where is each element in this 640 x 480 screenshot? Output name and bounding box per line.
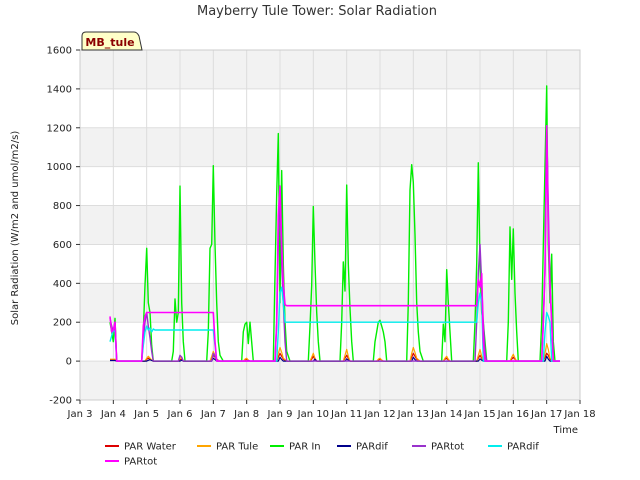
y-tick-label: 1200 [47, 123, 72, 134]
y-tick-label: 400 [53, 279, 72, 290]
y-tick-label: 600 [53, 240, 72, 251]
y-tick-label: 1400 [47, 84, 72, 95]
x-tick-label: Jan 3 [67, 409, 93, 420]
legend: PAR Water PAR Tule PAR In PARdif PARtot PARdi… [105, 442, 539, 468]
legend-label: PARdif [507, 442, 539, 453]
legend-label: PAR Tule [216, 442, 258, 453]
x-tick-label: Jan 4 [100, 409, 126, 420]
grid-band [80, 361, 580, 400]
x-tick-label: Jan 17 [530, 409, 562, 420]
y-tick-label: -200 [49, 396, 72, 407]
y-tick-label: 800 [53, 201, 72, 212]
x-tick-label: Jan 11 [330, 409, 362, 420]
y-tick-label: 1600 [47, 46, 72, 57]
x-tick-label: Jan 18 [563, 409, 595, 420]
legend-label: PAR Water [124, 442, 177, 453]
grid-band [80, 127, 580, 167]
x-tick-label: Jan 12 [363, 409, 395, 420]
x-tick-label: Jan 14 [430, 409, 462, 420]
badge-label: MB_tule [85, 36, 134, 49]
x-tick-label: Jan 9 [267, 409, 293, 420]
y-axis-ticks: -200 0 200 400 600 800 1000 1200 1400 1600 [47, 46, 80, 407]
x-tick-label: Jan 6 [167, 409, 193, 420]
legend-label: PARdif [356, 442, 388, 453]
legend-label: PARtot [431, 442, 464, 453]
y-axis-title: Solar Radiation (W/m2 and umol/m2/s) [10, 131, 21, 326]
x-tick-label: Jan 15 [463, 409, 495, 420]
legend-label: PAR In [289, 442, 321, 453]
grid-band [80, 50, 580, 89]
legend-label: PARtot [124, 457, 157, 468]
station-badge: MB_tule [81, 31, 143, 51]
grid-band [80, 205, 580, 245]
x-tick-label: Jan 13 [397, 409, 429, 420]
solar-radiation-chart: Mayberry Tule Tower: Solar Radiation -20… [10, 4, 596, 468]
x-tick-label: Jan 10 [297, 409, 329, 420]
x-tick-label: Jan 16 [497, 409, 529, 420]
x-tick-label: Jan 5 [133, 409, 159, 420]
plot-background [80, 50, 580, 400]
x-axis-ticks: Jan 3 Jan 4 Jan 5 Jan 6 Jan 7 Jan 8 Jan 9 Jan 1… [67, 400, 596, 420]
x-tick-label: Jan 8 [233, 409, 259, 420]
y-tick-label: 0 [66, 357, 72, 368]
y-tick-label: 1000 [47, 162, 72, 173]
grid-band [80, 283, 580, 323]
chart-title: Mayberry Tule Tower: Solar Radiation [197, 4, 437, 19]
y-tick-label: 200 [53, 318, 72, 329]
x-axis-title: Time [553, 425, 578, 436]
x-tick-label: Jan 7 [200, 409, 226, 420]
